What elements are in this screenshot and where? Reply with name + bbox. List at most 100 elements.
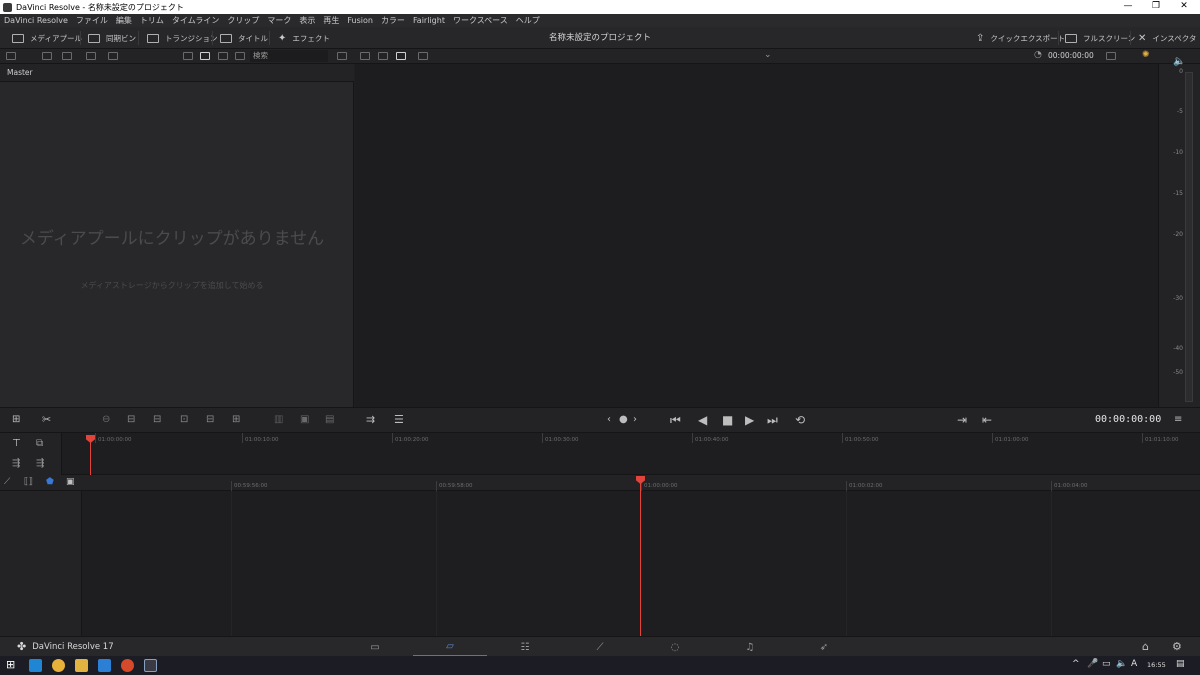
media-page-button[interactable]: ▭ <box>338 637 412 657</box>
track-height-icon[interactable]: ⊤ <box>12 438 21 449</box>
mark-in-icon[interactable]: ⇥ <box>957 413 967 427</box>
davinci-taskbar-icon[interactable] <box>144 659 157 672</box>
sync-icon[interactable] <box>86 52 96 60</box>
smart-insert-icon[interactable]: ⊞ <box>12 413 20 427</box>
shield-icon[interactable]: ⬟ <box>46 477 54 487</box>
import-folder-icon[interactable] <box>62 52 72 60</box>
fullscreen-button[interactable]: フルスクリーン <box>1065 27 1135 49</box>
dot-icon[interactable]: ● <box>619 413 628 427</box>
import-media-icon[interactable] <box>42 52 52 60</box>
windows-start-icon[interactable]: ⊞ <box>6 658 15 671</box>
fairlight-page-button[interactable]: ♫ <box>713 637 787 657</box>
close-up-icon[interactable]: ⊟ <box>153 413 161 427</box>
overlay-icon[interactable] <box>1106 52 1116 60</box>
menu-timeline[interactable]: タイムライン <box>168 15 223 26</box>
viewer-mode-icon[interactable] <box>418 52 428 60</box>
scissors-icon[interactable]: ✂ <box>42 413 51 427</box>
loop-icon[interactable]: ⟲ <box>795 413 805 427</box>
clip-view-icon[interactable] <box>378 52 388 60</box>
menu-trim[interactable]: トリム <box>136 15 168 26</box>
file-explorer-icon[interactable] <box>75 659 88 672</box>
strip-view-icon[interactable] <box>183 52 193 60</box>
ime-indicator[interactable]: A <box>1131 659 1137 669</box>
go-to-end-icon[interactable]: ⏭ <box>767 413 778 427</box>
prev-clip-icon[interactable]: ‹ <box>607 413 611 427</box>
audio-clip-icon[interactable]: ▤ <box>325 413 334 427</box>
fusion-page-button[interactable]: ⟋ <box>563 637 637 657</box>
chevron-down-icon[interactable]: ⌄ <box>764 50 772 60</box>
menu-workspace[interactable]: ワークスペース <box>449 15 512 26</box>
color-page-button[interactable]: ◌ <box>638 637 712 657</box>
smart-bin-icon[interactable] <box>108 52 118 60</box>
volume-icon[interactable]: 🔈 <box>1116 659 1127 669</box>
deliver-page-button[interactable]: ➶ <box>787 637 861 657</box>
transitions-button[interactable]: トランジション <box>147 27 218 49</box>
blade-tool-icon[interactable]: ⟋ <box>4 477 10 487</box>
mark-out-icon[interactable]: ⇤ <box>982 413 992 427</box>
home-icon[interactable]: ⌂ <box>1142 640 1149 653</box>
notification-icon[interactable]: ▤ <box>1176 659 1185 669</box>
panel-toggle-icon[interactable] <box>6 52 16 60</box>
audio-track-icon[interactable]: ⇶ <box>12 458 20 469</box>
chevron-up-icon[interactable]: ^ <box>1072 659 1080 669</box>
snapshot-icon[interactable]: ▣ <box>66 477 75 487</box>
upper-timeline[interactable]: ⊤ ⧉ ⇶ ⇶ 01:00:00:00 01:00:10:00 01:00:20… <box>0 433 1200 475</box>
ripple-overwrite-icon[interactable]: ⊟ <box>127 413 135 427</box>
playback-mode-icon[interactable]: ⇉ <box>366 413 375 427</box>
viewer[interactable] <box>355 64 1158 407</box>
powerpoint-icon[interactable] <box>121 659 134 672</box>
menu-clip[interactable]: クリップ <box>223 15 263 26</box>
source-overwrite-icon[interactable]: ⊟ <box>206 413 214 427</box>
menu-mark[interactable]: マーク <box>263 15 295 26</box>
edit-page-button[interactable]: ☷ <box>488 637 562 657</box>
safe-area-icon[interactable] <box>360 52 370 60</box>
play-icon[interactable]: ▶ <box>745 413 754 427</box>
menu-file[interactable]: ファイル <box>72 15 112 26</box>
insert-icon[interactable]: ⊞ <box>232 413 240 427</box>
menu-edit[interactable]: 編集 <box>112 15 136 26</box>
place-on-top-icon[interactable]: ⊡ <box>180 413 188 427</box>
sort-icon[interactable] <box>337 52 347 60</box>
play-reverse-icon[interactable]: ◀ <box>698 413 707 427</box>
taskbar-clock[interactable]: 16:55 <box>1147 661 1166 669</box>
image-icon[interactable]: ▣ <box>300 413 309 427</box>
menu-fusion[interactable]: Fusion <box>343 16 377 25</box>
bin-name[interactable]: Master <box>0 64 354 82</box>
speaker-icon[interactable]: 🔈 <box>1173 56 1185 67</box>
sliders-icon[interactable]: ☰ <box>394 413 404 427</box>
media-pool-button[interactable]: メディアプール <box>12 27 82 49</box>
edge-icon[interactable] <box>29 659 42 672</box>
stop-icon[interactable]: ■ <box>722 413 733 427</box>
menu-view[interactable]: 表示 <box>295 15 319 26</box>
audio-wave-icon[interactable]: ⟦⟧ <box>24 477 33 487</box>
video-track-icon[interactable]: ⇶ <box>36 458 44 469</box>
next-clip-icon[interactable]: › <box>633 413 637 427</box>
transition-icon[interactable]: ▥ <box>274 413 283 427</box>
chrome-icon[interactable] <box>52 659 65 672</box>
vscode-icon[interactable] <box>98 659 111 672</box>
timeline-options-icon[interactable]: ⧉ <box>36 438 43 449</box>
menu-playback[interactable]: 再生 <box>319 15 343 26</box>
go-to-start-icon[interactable]: ⏮ <box>670 413 681 427</box>
gear-icon[interactable]: ⚙ <box>1172 640 1182 653</box>
close-button[interactable]: ✕ <box>1170 0 1198 14</box>
minimize-button[interactable]: — <box>1114 0 1142 14</box>
inspector-button[interactable]: ✕ インスペクタ <box>1138 27 1196 49</box>
filmstrip-view-icon[interactable] <box>218 52 228 60</box>
sync-bin-button[interactable]: 同期ビン <box>88 27 136 49</box>
menu-help[interactable]: ヘルプ <box>512 15 544 26</box>
restore-button[interactable]: ❐ <box>1142 0 1170 14</box>
menu-davinci[interactable]: DaVinci Resolve <box>0 16 72 25</box>
titles-button[interactable]: タイトル <box>220 27 268 49</box>
list-view-icon[interactable] <box>235 52 245 60</box>
cut-page-button[interactable]: ▱ <box>413 637 487 657</box>
microphone-icon[interactable]: 🎤 <box>1087 659 1098 669</box>
menu-fairlight[interactable]: Fairlight <box>409 16 449 25</box>
thumbnail-view-icon[interactable] <box>200 52 210 60</box>
effects-button[interactable]: ✦ エフェクト <box>278 27 330 49</box>
network-icon[interactable]: ▭ <box>1102 659 1111 669</box>
color-wheel-icon[interactable]: ✺ <box>1142 50 1150 60</box>
menu-color[interactable]: カラー <box>377 15 409 26</box>
append-icon[interactable]: ⊖ <box>102 413 110 427</box>
quick-export-button[interactable]: ⇪ クイックエクスポート <box>976 27 1065 49</box>
